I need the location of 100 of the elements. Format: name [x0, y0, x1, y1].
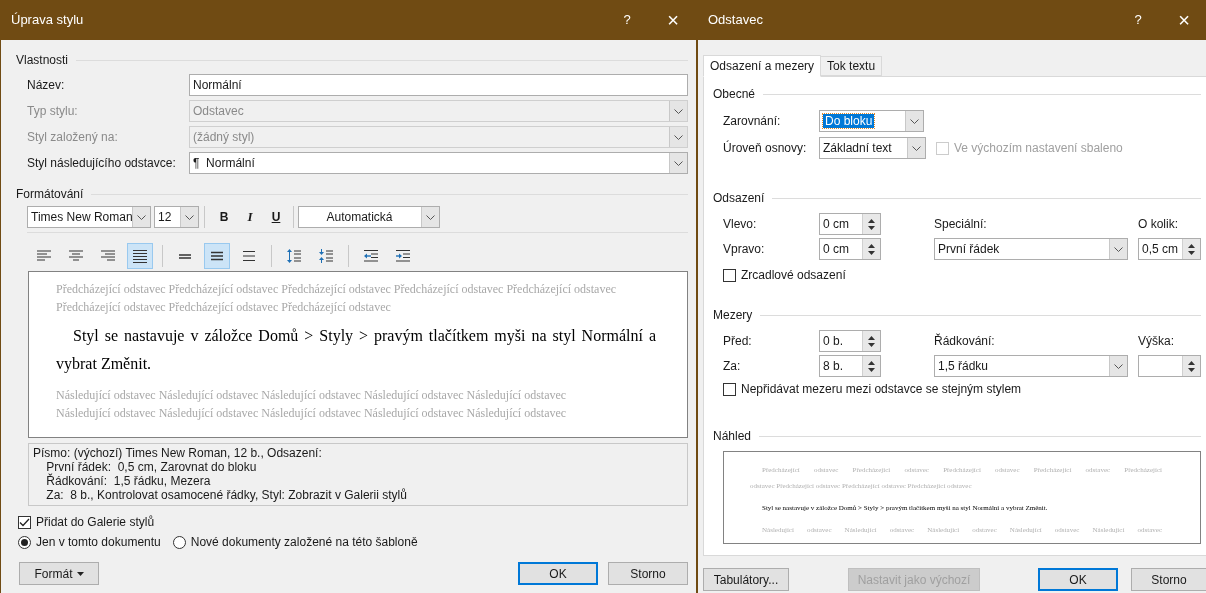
spin-field[interactable]: 0 b. — [819, 330, 881, 352]
one-half-spacing-button[interactable] — [204, 243, 230, 269]
italic-button[interactable]: I — [237, 206, 263, 228]
field-label: Název: — [27, 77, 66, 94]
field-label: Vlevo: — [723, 216, 758, 233]
chevron-icon — [185, 214, 194, 220]
chevron-icon — [1114, 246, 1123, 252]
dropdown[interactable]: První řádek — [934, 238, 1128, 260]
radio-button[interactable] — [172, 535, 186, 549]
group-heading: Mezery — [713, 307, 753, 324]
description-text: První řádek: 0,5 cm, Zarovnat do bloku — [45, 460, 258, 474]
justify-icon — [132, 248, 148, 264]
field-label: Úroveň osnovy: — [723, 139, 808, 157]
field-label: Typ stylu: — [27, 103, 79, 120]
double-spacing-icon — [241, 248, 257, 264]
chevron-icon — [137, 214, 146, 220]
spin-field[interactable]: 0 cm — [819, 238, 881, 260]
dropdown[interactable]: Do bloku — [819, 110, 924, 132]
checkbox-label: Ve výchozím nastavení sbaleno — [954, 140, 1123, 157]
field-label: Před: — [723, 333, 753, 350]
checkbox[interactable] — [723, 268, 736, 282]
chevron-icon — [1114, 363, 1123, 369]
spin-field[interactable]: 0,5 cm — [1138, 238, 1201, 260]
spin-arrows-icon — [1188, 360, 1195, 372]
checkbox-label: Nepřidávat mezeru mezi odstavce se stejným stylem — [741, 381, 1022, 398]
spin-arrows-icon — [868, 243, 875, 255]
spin-field[interactable]: 0 cm — [819, 213, 881, 235]
justify-button[interactable] — [127, 243, 153, 269]
group-heading: Formátování — [16, 186, 84, 203]
dropdown[interactable]: Automatická — [298, 206, 440, 228]
preview-text: Předcházející odstavec Předcházející odstavec Předcházející odstavec — [56, 299, 392, 316]
dropdown[interactable]: ¶ Normální — [189, 152, 688, 174]
dialog-button[interactable]: OK — [1038, 568, 1118, 591]
increase-indent-icon — [395, 248, 411, 264]
radio-label: Jen v tomto dokumentu — [36, 534, 161, 551]
dropdown[interactable]: Times New Roman — [27, 206, 151, 228]
field-label: Vpravo: — [723, 241, 766, 258]
dropdown[interactable]: 12 — [154, 206, 199, 228]
spacing-arrows-icon — [286, 248, 302, 264]
spin-arrows-icon — [1188, 243, 1195, 255]
field-label: O kolik: — [1138, 216, 1179, 233]
tab[interactable]: Tok textu — [821, 56, 883, 76]
field-label: Styl založený na: — [27, 129, 119, 146]
radio-button[interactable] — [18, 535, 31, 549]
preview-text: Následující odstavec Následující odstavec Následující odstavec Následující odstavec Následující odstavec — [56, 387, 568, 404]
spin-field[interactable] — [1138, 355, 1201, 377]
chevron-icon — [674, 134, 683, 140]
preview-text: Styl se nastavuje v záložce Domů > Styly > pravým tlačítkem myši na styl Normální a vybrat Změnit. — [56, 326, 656, 375]
group-heading: Obecné — [713, 86, 756, 103]
dropdown[interactable]: 1,5 řádku — [934, 355, 1128, 377]
field-label: Řádkování: — [934, 332, 996, 350]
checkbox[interactable] — [18, 515, 31, 529]
preview-text: Následující odstavec Následující odstavec Následující odstavec Následující odstavec Následující odstavec — [56, 405, 568, 422]
help-button[interactable]: ? — [604, 0, 650, 40]
spin-arrows-icon — [868, 218, 875, 230]
field-label: Za: — [723, 358, 742, 375]
checkbox[interactable] — [723, 382, 736, 396]
chevron-icon — [912, 145, 921, 151]
spin-field[interactable]: 8 b. — [819, 355, 881, 377]
checkbox-label: Přidat do Galerie stylů — [36, 514, 155, 531]
window-title: Úprava stylu — [11, 11, 85, 30]
decrease-indent-icon — [363, 248, 379, 264]
bold-button[interactable]: B — [211, 206, 237, 228]
group-heading: Vlastnosti — [16, 52, 69, 69]
description-text: Za: 8 b., Kontrolovat osamocené řádky, Styl: Zobrazit v Galerii stylů — [45, 488, 408, 502]
align-right-icon — [100, 248, 116, 264]
menu-button[interactable]: Formát — [19, 562, 99, 585]
spin-arrows-icon — [868, 360, 875, 372]
align-center-icon — [68, 248, 84, 264]
chevron-icon — [910, 118, 919, 124]
field-label: Výška: — [1138, 333, 1175, 350]
chevron-icon — [674, 108, 683, 114]
dialog-button[interactable]: Storno — [608, 562, 688, 585]
tab[interactable]: Odsazení a mezery — [703, 55, 822, 77]
underline-button[interactable]: U — [263, 206, 289, 228]
dropdown[interactable]: Základní text — [819, 137, 926, 159]
spacing-arrows-icon — [318, 248, 334, 264]
align-left-icon — [36, 248, 52, 264]
spin-arrows-icon — [868, 335, 875, 347]
chevron-icon — [674, 160, 683, 166]
close-button[interactable]: × — [1161, 0, 1206, 40]
window-title: Odstavec — [708, 11, 764, 30]
dialog-button[interactable]: Storno — [1131, 568, 1206, 591]
input-field[interactable]: Normální — [189, 74, 688, 96]
dialog-button[interactable]: Tabulátory... — [703, 568, 789, 591]
dialog-button[interactable]: OK — [518, 562, 598, 585]
help-button[interactable]: ? — [1115, 0, 1161, 40]
description-text: Řádkování: 1,5 řádku, Mezera — [45, 474, 212, 488]
group-heading: Náhled — [713, 428, 752, 445]
group-heading: Odsazení — [713, 190, 765, 207]
field-label: Speciální: — [934, 216, 988, 233]
close-button[interactable]: × — [650, 0, 696, 40]
field-label: Zarovnání: — [723, 113, 782, 130]
field-label: Styl následujícího odstavce: — [27, 155, 177, 172]
checkbox-label: Zrcadlové odsazení — [741, 267, 846, 284]
caret-icon — [76, 571, 84, 576]
description-text: Písmo: (výchozí) Times New Roman, 12 b., Odsazení: — [33, 446, 323, 460]
preview-text: Předcházející odstavec Předcházející odstavec Předcházející odstavec Předcházející odstavec Předcházející odstavec — [56, 281, 618, 298]
radio-label: Nové dokumenty založené na této šabloně — [190, 534, 418, 551]
chevron-icon — [426, 214, 435, 220]
